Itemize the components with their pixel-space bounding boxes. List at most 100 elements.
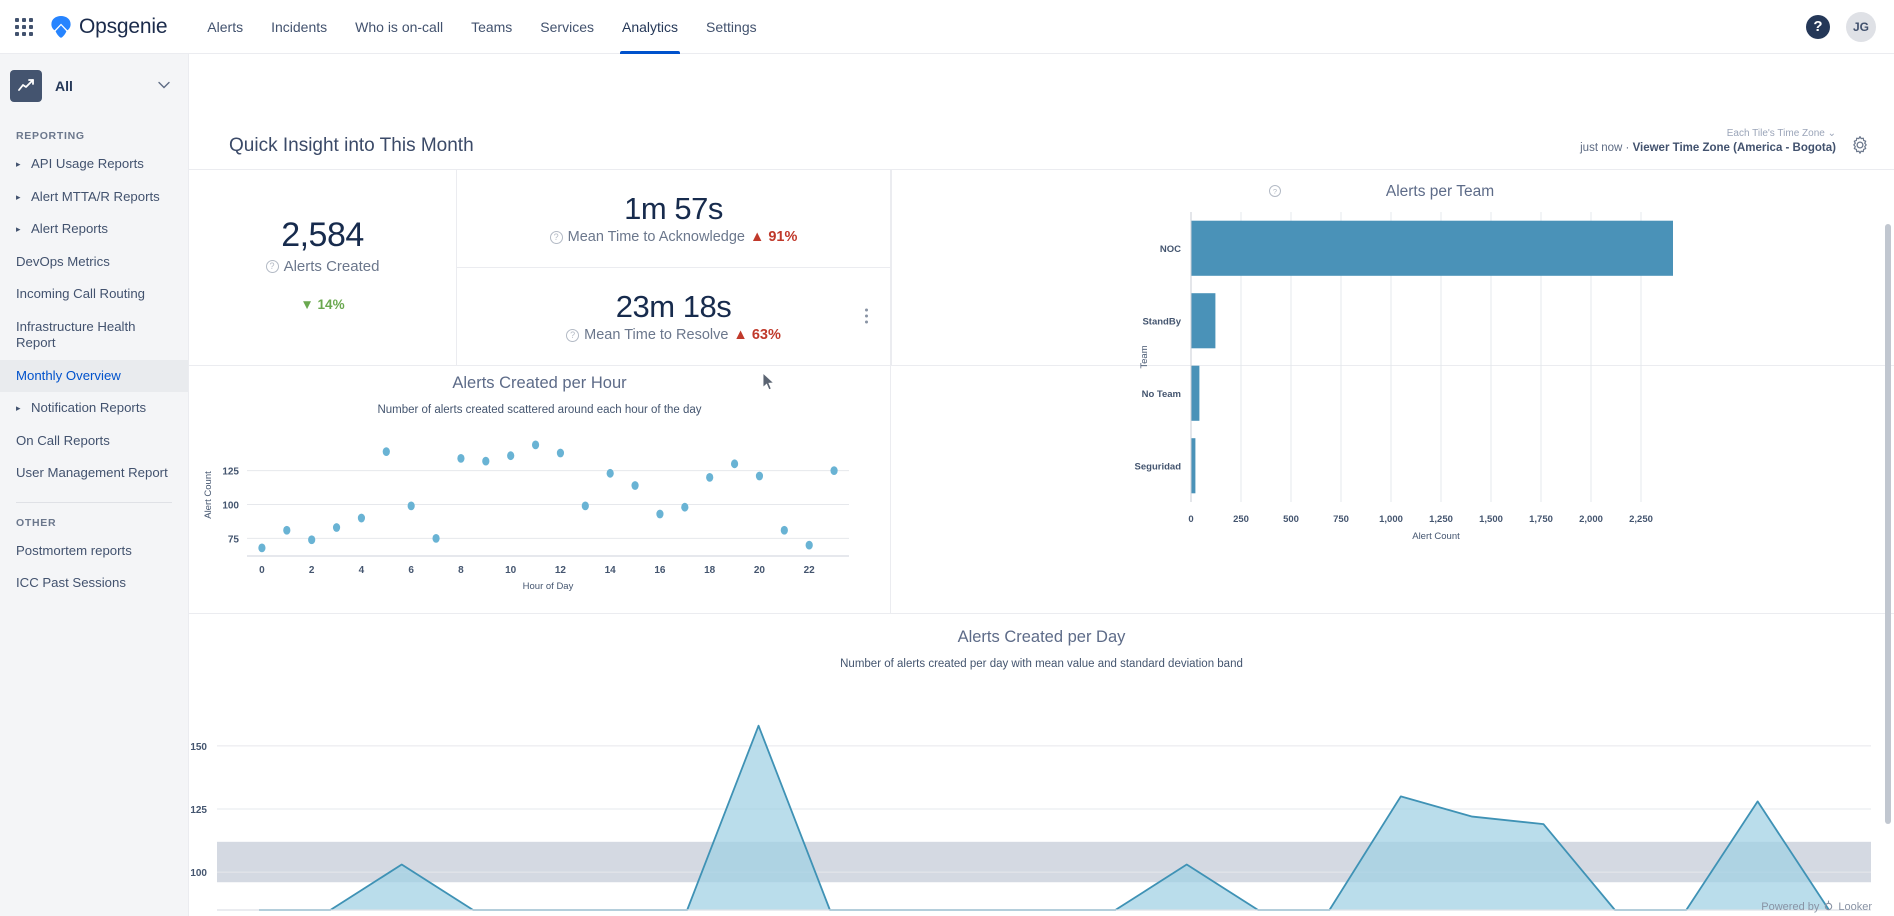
svg-text:22: 22	[804, 565, 816, 576]
svg-text:Alert Count: Alert Count	[203, 471, 214, 519]
mttr-value: 23m 18s	[616, 289, 731, 325]
svg-text:10: 10	[505, 565, 517, 576]
alerts-created-value: 2,584	[281, 216, 364, 255]
timezone-block: Each Tile's Time Zone ⌄ just now · Viewe…	[1580, 128, 1836, 155]
info-question-icon[interactable]: ?	[550, 231, 563, 244]
sidebar-item-incoming-call-routing[interactable]: Incoming Call Routing	[0, 278, 188, 311]
delta-down-arrow-icon: ▼	[300, 297, 313, 312]
looker-logo-icon	[1823, 900, 1834, 914]
svg-text:1,750: 1,750	[1529, 514, 1553, 525]
svg-text:125: 125	[190, 805, 207, 816]
project-selector[interactable]: All	[0, 54, 188, 116]
hour-chart-subtitle: Number of alerts created scattered aroun…	[189, 404, 890, 416]
powered-by-looker-footer: Powered by Looker	[1761, 900, 1872, 914]
svg-text:500: 500	[1283, 514, 1299, 525]
hour-chart-title: Alerts Created per Hour	[189, 374, 890, 393]
dashboard-header-controls: Each Tile's Time Zone ⌄ just now · Viewe…	[1580, 128, 1870, 157]
svg-text:12: 12	[555, 565, 567, 576]
chevron-down-icon[interactable]	[158, 81, 170, 92]
tile-alerts-per-team[interactable]: Alerts per Team?02505007501,0001,2501,50…	[891, 170, 1894, 365]
tile-alerts-created-per-day[interactable]: Alerts Created per Day Number of alerts …	[189, 613, 1894, 916]
sidebar-item-label: Infrastructure Health Report	[16, 319, 174, 352]
sidebar-item-user-management-report[interactable]: User Management Report	[0, 457, 188, 490]
primary-nav-links: Alerts Incidents Who is on-call Teams Se…	[193, 0, 770, 54]
sidebar-item-on-call-reports[interactable]: On Call Reports	[0, 425, 188, 458]
tile-timezone-selector[interactable]: Each Tile's Time Zone ⌄	[1580, 128, 1836, 141]
sidebar-item-label: API Usage Reports	[31, 156, 144, 173]
tile-alerts-created-per-hour[interactable]: Alerts Created per Hour Number of alerts…	[189, 366, 891, 613]
tile-mtta[interactable]: 1m 57s ? Mean Time to Acknowledge ▲ 91%	[457, 170, 890, 267]
chevron-right-icon: ▸	[16, 403, 24, 414]
nav-link-who-is-on-call[interactable]: Who is on-call	[341, 0, 457, 54]
dashboard-header: Quick Insight into This Month Each Tile'…	[189, 54, 1894, 170]
mouse-cursor	[762, 372, 775, 396]
delta-value: 91%	[768, 229, 797, 245]
nav-link-analytics[interactable]: Analytics	[608, 0, 692, 54]
sidebar: All REPORTING ▸ API Usage Reports ▸ Aler…	[0, 54, 189, 916]
svg-text:100: 100	[190, 868, 207, 879]
delta-up-arrow-icon: ▲	[750, 229, 764, 245]
info-question-icon[interactable]: ?	[266, 260, 279, 273]
help-icon[interactable]: ?	[1806, 15, 1830, 39]
brand-logo-link[interactable]: Opsgenie	[50, 15, 167, 39]
sidebar-item-label: Monthly Overview	[16, 368, 121, 385]
sidebar-section-reporting: REPORTING	[0, 116, 188, 148]
mtt-tiles-column: 1m 57s ? Mean Time to Acknowledge ▲ 91% …	[457, 170, 891, 365]
nav-link-alerts[interactable]: Alerts	[193, 0, 257, 54]
sidebar-item-monthly-overview[interactable]: Monthly Overview	[0, 360, 188, 393]
sidebar-item-icc-past-sessions[interactable]: ICC Past Sessions	[0, 567, 188, 600]
mtta-label: Mean Time to Acknowledge	[568, 229, 745, 245]
svg-text:14: 14	[605, 565, 617, 576]
mtta-value: 1m 57s	[624, 191, 723, 227]
sidebar-item-alert-reports[interactable]: ▸ Alert Reports	[0, 213, 188, 246]
svg-text:NOC: NOC	[1160, 244, 1181, 255]
sidebar-item-label: Postmortem reports	[16, 543, 132, 560]
svg-text:8: 8	[458, 565, 464, 576]
svg-text:16: 16	[654, 565, 666, 576]
sidebar-item-label: DevOps Metrics	[16, 254, 110, 271]
sidebar-item-label: User Management Report	[16, 465, 168, 482]
top-right-controls: ? JG	[1806, 12, 1876, 42]
sidebar-item-postmortem-reports[interactable]: Postmortem reports	[0, 535, 188, 568]
vertical-scrollbar[interactable]	[1885, 224, 1891, 824]
tile-mttr[interactable]: 23m 18s ? Mean Time to Resolve ▲ 63%	[457, 267, 890, 365]
svg-text:18: 18	[704, 565, 716, 576]
svg-text:1,000: 1,000	[1379, 514, 1403, 525]
svg-text:Hour of Day: Hour of Day	[523, 581, 574, 592]
delta-value: 14%	[318, 297, 345, 312]
app-grid-icon[interactable]	[10, 13, 38, 41]
alerts-created-delta: ▼ 14%	[300, 297, 344, 312]
sidebar-item-alert-mtta-r-reports[interactable]: ▸ Alert MTTA/R Reports	[0, 181, 188, 214]
avatar[interactable]: JG	[1846, 12, 1876, 42]
sidebar-item-infrastructure-health-report[interactable]: Infrastructure Health Report	[0, 311, 188, 360]
kebab-menu-icon[interactable]	[861, 305, 872, 328]
svg-text:?: ?	[1273, 187, 1277, 196]
nav-link-services[interactable]: Services	[526, 0, 608, 54]
mttr-label: Mean Time to Resolve	[584, 327, 728, 343]
nav-link-incidents[interactable]: Incidents	[257, 0, 341, 54]
svg-text:2,000: 2,000	[1579, 514, 1603, 525]
svg-text:2: 2	[309, 565, 315, 576]
chevron-right-icon: ▸	[16, 159, 24, 170]
separator: ·	[1626, 142, 1630, 154]
viewer-timezone-label[interactable]: Viewer Time Zone (America - Bogota)	[1633, 142, 1836, 154]
alerts-created-label: Alerts Created	[284, 258, 380, 275]
info-question-icon[interactable]: ?	[566, 329, 579, 342]
sidebar-item-label: ICC Past Sessions	[16, 575, 126, 592]
sidebar-item-notification-reports[interactable]: ▸ Notification Reports	[0, 392, 188, 425]
dashboard-content: Quick Insight into This Month Each Tile'…	[189, 54, 1894, 916]
nav-link-teams[interactable]: Teams	[457, 0, 526, 54]
svg-text:0: 0	[1188, 514, 1193, 525]
gear-icon[interactable]	[1850, 135, 1870, 155]
sidebar-item-devops-metrics[interactable]: DevOps Metrics	[0, 246, 188, 279]
nav-link-settings[interactable]: Settings	[692, 0, 771, 54]
svg-text:2,250: 2,250	[1629, 514, 1653, 525]
svg-text:6: 6	[408, 565, 414, 576]
sidebar-item-api-usage-reports[interactable]: ▸ API Usage Reports	[0, 148, 188, 181]
svg-text:4: 4	[359, 565, 365, 576]
tile-timezone-label: Each Tile's Time Zone	[1727, 128, 1825, 139]
alerts-per-day-area: 100125150	[189, 680, 1873, 916]
alerts-per-team-chart: Alerts per Team?02505007501,0001,2501,50…	[892, 170, 1894, 613]
top-navigation-bar: Opsgenie Alerts Incidents Who is on-call…	[0, 0, 1894, 54]
tile-alerts-created[interactable]: 2,584 ? Alerts Created ▼ 14%	[189, 170, 457, 365]
